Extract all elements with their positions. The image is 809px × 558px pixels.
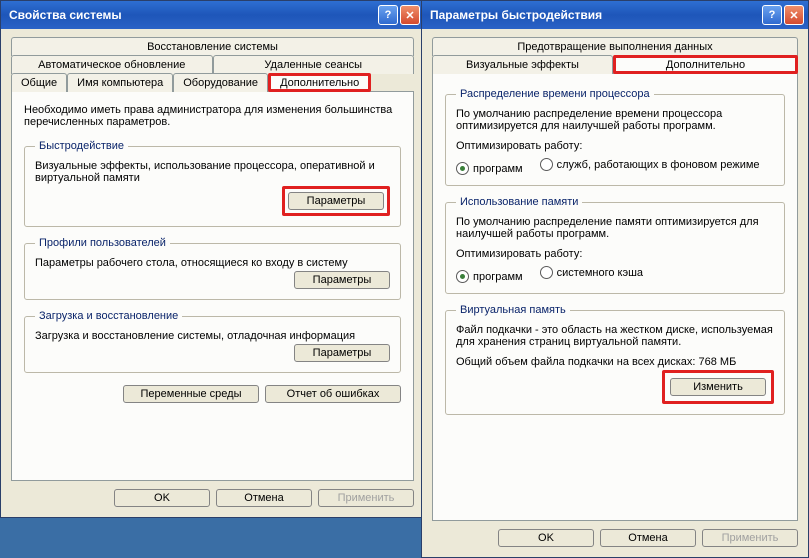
cancel-button-2[interactable]: Отмена (600, 529, 696, 547)
group-memory-legend: Использование памяти (456, 196, 582, 208)
group-vm-text: Файл подкачки - это область на жестком д… (456, 324, 774, 348)
tab-auto-update[interactable]: Автоматическое обновление (11, 55, 213, 74)
win1-titlebar: Свойства системы ? ✕ (1, 1, 424, 29)
group-cpu-legend: Распределение времени процессора (456, 88, 654, 100)
group-cpu-label: Оптимизировать работу: (456, 140, 774, 152)
win2-title: Параметры быстродействия (430, 8, 760, 22)
error-report-button[interactable]: Отчет об ошибках (265, 385, 401, 403)
group-memory: Использование памяти По умолчанию распре… (445, 196, 785, 294)
ok-button-2[interactable]: OK (498, 529, 594, 547)
tab-hardware[interactable]: Оборудование (173, 73, 268, 92)
group-profiles-text: Параметры рабочего стола, относящиеся ко… (35, 257, 390, 269)
radio-cpu-services-label: служб, работающих в фоновом режиме (557, 159, 760, 171)
tab-computer-name[interactable]: Имя компьютера (67, 73, 173, 92)
group-startup-legend: Загрузка и восстановление (35, 310, 182, 322)
tab-remote-sessions[interactable]: Удаленные сеансы (213, 55, 415, 74)
group-vm-legend: Виртуальная память (456, 304, 570, 316)
group-vm-total: Общий объем файла подкачки на всех диска… (456, 356, 774, 368)
performance-params-button[interactable]: Параметры (288, 192, 384, 210)
ok-button[interactable]: OK (114, 489, 210, 507)
startup-params-button[interactable]: Параметры (294, 344, 390, 362)
group-cpu-text: По умолчанию распределение времени проце… (456, 108, 774, 132)
tab-system-restore[interactable]: Восстановление системы (11, 37, 414, 56)
win2-titlebar: Параметры быстродействия ? ✕ (422, 1, 808, 29)
cancel-button[interactable]: Отмена (216, 489, 312, 507)
radio-cpu-services[interactable]: служб, работающих в фоновом режиме (540, 158, 760, 171)
env-vars-button[interactable]: Переменные среды (123, 385, 259, 403)
group-memory-text: По умолчанию распределение памяти оптими… (456, 216, 774, 240)
group-performance-text: Визуальные эффекты, использование процес… (35, 160, 390, 184)
radio-cpu-programs[interactable]: программ (456, 162, 523, 175)
tab-general[interactable]: Общие (11, 73, 67, 92)
intro-text: Необходимо иметь права администратора дл… (24, 104, 401, 128)
radio-mem-programs[interactable]: программ (456, 270, 523, 283)
tab-advanced2[interactable]: Дополнительно (613, 55, 798, 74)
group-memory-label: Оптимизировать работу: (456, 248, 774, 260)
radio-mem-cache-label: системного кэша (557, 267, 643, 279)
apply-button-2[interactable]: Применить (702, 529, 798, 547)
win1-title: Свойства системы (9, 8, 376, 22)
help-icon[interactable]: ? (378, 5, 398, 25)
tab-dep[interactable]: Предотвращение выполнения данных (432, 37, 798, 56)
radio-mem-cache[interactable]: системного кэша (540, 266, 643, 279)
group-startup-text: Загрузка и восстановление системы, отлад… (35, 330, 390, 342)
radio-mem-programs-label: программ (473, 271, 523, 283)
radio-cpu-programs-label: программ (473, 163, 523, 175)
help-icon[interactable]: ? (762, 5, 782, 25)
group-vm: Виртуальная память Файл подкачки - это о… (445, 304, 785, 415)
profiles-params-button[interactable]: Параметры (294, 271, 390, 289)
vm-change-button[interactable]: Изменить (670, 378, 766, 396)
system-properties-window: Свойства системы ? ✕ Восстановление сист… (0, 0, 425, 518)
close-icon[interactable]: ✕ (400, 5, 420, 25)
group-profiles-legend: Профили пользователей (35, 237, 170, 249)
group-startup: Загрузка и восстановление Загрузка и вос… (24, 310, 401, 373)
performance-options-window: Параметры быстродействия ? ✕ Предотвраще… (421, 0, 809, 558)
tab-visual-effects[interactable]: Визуальные эффекты (432, 55, 613, 74)
group-cpu: Распределение времени процессора По умол… (445, 88, 785, 186)
group-performance-legend: Быстродействие (35, 140, 128, 152)
tab-advanced[interactable]: Дополнительно (268, 73, 371, 92)
close-icon[interactable]: ✕ (784, 5, 804, 25)
group-performance: Быстродействие Визуальные эффекты, испол… (24, 140, 401, 227)
group-profiles: Профили пользователей Параметры рабочего… (24, 237, 401, 300)
apply-button[interactable]: Применить (318, 489, 414, 507)
